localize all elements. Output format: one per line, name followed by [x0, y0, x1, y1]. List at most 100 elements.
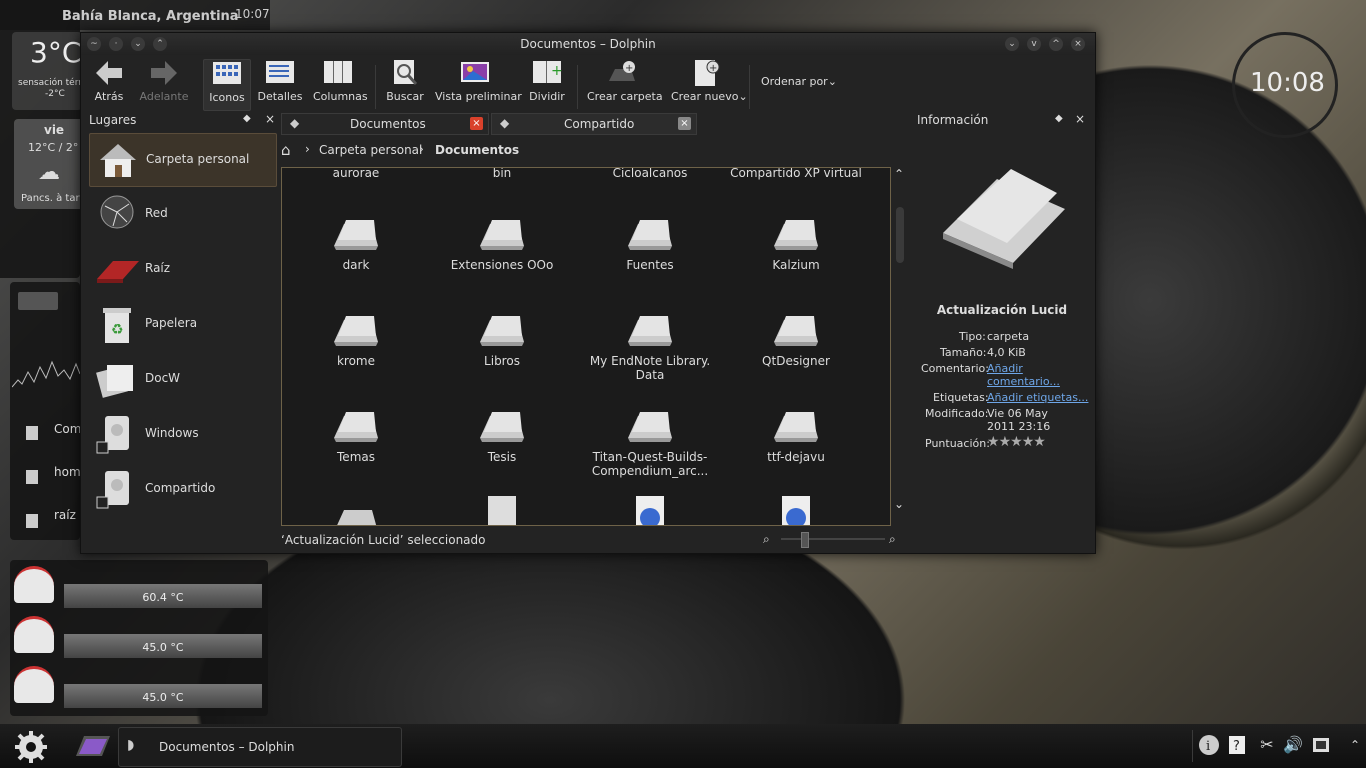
task-label: Documentos – Dolphin	[159, 740, 295, 754]
task-dolphin[interactable]: ◗ Documentos – Dolphin	[118, 727, 402, 767]
star-icon[interactable]: ★	[1033, 434, 1046, 450]
zoom-out-icon[interactable]: ⌕	[763, 532, 770, 547]
folder-item[interactable]: Kalzium	[726, 212, 866, 272]
star-icon[interactable]: ★	[1010, 434, 1023, 450]
text-file-item-partial[interactable]	[432, 494, 572, 525]
maximize-button[interactable]: ^	[1049, 37, 1063, 51]
star-icon[interactable]: ★	[987, 434, 1000, 450]
info-modificado-value: Vie 06 May 2011 23:16	[987, 407, 1051, 433]
folder-item[interactable]: My EndNote Library. Data	[580, 308, 720, 382]
columns-view-button[interactable]: Columnas	[313, 59, 368, 103]
create-folder-button[interactable]: + Crear carpeta	[587, 59, 663, 103]
sort-by-button[interactable]: Ordenar por⌄	[761, 75, 837, 88]
tab-compartido[interactable]: ◆ Compartido ×	[491, 113, 697, 135]
network-tray-icon[interactable]	[1310, 734, 1332, 756]
scroll-handle[interactable]	[896, 207, 904, 263]
create-new-button[interactable]: + Crear nuevo⌄	[671, 59, 748, 103]
vertical-scrollbar[interactable]: ⌃ ⌄	[893, 167, 907, 524]
details-view-button[interactable]: Detalles	[257, 59, 303, 103]
home-icon[interactable]: ⌂	[281, 141, 291, 159]
split-label: Dividir	[529, 90, 565, 103]
svg-text:+: +	[551, 63, 562, 79]
html-file-item-partial[interactable]	[726, 494, 866, 525]
folder-item[interactable]: Fuentes	[580, 212, 720, 272]
places-item-root[interactable]: Raíz	[89, 243, 275, 295]
rating-stars[interactable]: ★★★★★	[987, 434, 1046, 450]
zoom-slider[interactable]	[781, 532, 885, 548]
close-button[interactable]: ×	[1071, 37, 1085, 51]
scroll-up-icon[interactable]: ⌃	[894, 167, 904, 181]
folder-item[interactable]: QtDesigner	[726, 308, 866, 368]
star-icon[interactable]: ★	[999, 434, 1012, 450]
info-tamano-label: Tamaño:	[940, 346, 987, 359]
folder-icon	[478, 404, 526, 444]
breadcrumb-home[interactable]: Carpeta personal	[319, 143, 422, 157]
zoom-slider-handle[interactable]	[801, 532, 809, 548]
search-button[interactable]: Buscar	[385, 59, 425, 103]
folder-item[interactable]: Extensiones OOo	[432, 212, 572, 272]
panel-close-icon[interactable]: ×	[265, 112, 275, 126]
file-item[interactable]: aurorae	[286, 168, 426, 180]
kde-menu-icon[interactable]	[14, 730, 48, 764]
html-file-item-partial[interactable]	[580, 494, 720, 525]
close-tab-button[interactable]: ×	[678, 117, 691, 130]
volume-icon[interactable]: 🔊	[1282, 734, 1304, 756]
file-view[interactable]: aurorae bin Cicloalcanos Compartido XP v…	[281, 167, 891, 526]
file-item[interactable]: Compartido XP virtual	[726, 168, 866, 180]
folder-item-label: My EndNote Library. Data	[589, 354, 711, 382]
shade-button[interactable]: ⌄	[1005, 37, 1019, 51]
folder-item[interactable]: krome	[286, 308, 426, 368]
folder-item-partial[interactable]	[286, 498, 426, 525]
title-bar[interactable]: ~ · ⌄ ⌃ Documentos – Dolphin ⌄ v ^ ×	[81, 33, 1095, 55]
places-item-windows[interactable]: Windows	[89, 408, 275, 460]
scissors-icon[interactable]: ✂	[1256, 734, 1278, 756]
html-file-icon	[772, 494, 820, 525]
places-item-network[interactable]: Red	[89, 188, 275, 240]
scroll-down-icon[interactable]: ⌄	[894, 497, 904, 511]
desktop-preview-icon[interactable]	[74, 732, 112, 760]
tab-documentos[interactable]: ◆ Documentos ×	[281, 113, 489, 135]
folder-item[interactable]: Libros	[432, 308, 572, 368]
info-icon[interactable]: i	[1198, 734, 1220, 756]
file-item[interactable]: Cicloalcanos	[580, 168, 720, 180]
drive-item-1[interactable]: Com	[54, 422, 81, 436]
folder-item[interactable]: Titan-Quest-Builds- Compendium_arc...	[580, 404, 720, 478]
zoom-in-icon[interactable]: ⌕	[889, 532, 896, 547]
drive-item-3[interactable]: raíz	[54, 508, 76, 522]
info-tipo-label: Tipo:	[959, 330, 986, 343]
places-item-trash[interactable]: ♻ Papelera	[89, 298, 275, 350]
folder-tab-icon: ◆	[500, 116, 510, 130]
icons-view-icon	[212, 60, 242, 88]
folder-item[interactable]: Temas	[286, 404, 426, 464]
folder-item[interactable]: ttf-dejavu	[726, 404, 866, 464]
star-icon[interactable]: ★	[1022, 434, 1035, 450]
expand-tray-icon[interactable]: ⌃	[1344, 734, 1366, 756]
help-icon[interactable]: ?	[1226, 734, 1248, 756]
panel-float-icon[interactable]: ◆	[243, 113, 251, 124]
split-button[interactable]: + Dividir	[527, 59, 567, 103]
minimize-button[interactable]: v	[1027, 37, 1041, 51]
home-icon	[96, 138, 140, 182]
breadcrumb-current[interactable]: Documentos	[435, 143, 519, 157]
folder-item-label: QtDesigner	[762, 354, 830, 368]
places-item-docw[interactable]: DocW	[89, 353, 275, 405]
add-tags-link[interactable]: Añadir etiquetas...	[987, 391, 1088, 404]
svg-text:+: +	[709, 63, 717, 74]
folder-item[interactable]: dark	[286, 212, 426, 272]
drive-item-2[interactable]: hom	[54, 465, 81, 479]
close-tab-button[interactable]: ×	[470, 117, 483, 130]
folder-icon	[332, 498, 380, 525]
forward-button[interactable]: Adelante	[139, 59, 189, 103]
back-button[interactable]: Atrás	[89, 59, 129, 103]
places-item-compartido[interactable]: Compartido	[89, 463, 275, 515]
places-item-home[interactable]: Carpeta personal	[89, 133, 277, 187]
icons-view-button[interactable]: Iconos	[203, 59, 251, 111]
file-item[interactable]: bin	[432, 168, 572, 180]
folder-item[interactable]: Tesis	[432, 404, 572, 464]
sort-by-label: Ordenar por⌄	[761, 75, 837, 88]
chevron-down-icon: ⌄	[738, 90, 748, 103]
forecast-range: 12°C / 2°	[28, 141, 79, 154]
preview-button[interactable]: Vista preliminar	[435, 59, 522, 103]
folder-icon	[332, 404, 380, 444]
add-comment-link[interactable]: Añadir comentario...	[987, 362, 1067, 388]
